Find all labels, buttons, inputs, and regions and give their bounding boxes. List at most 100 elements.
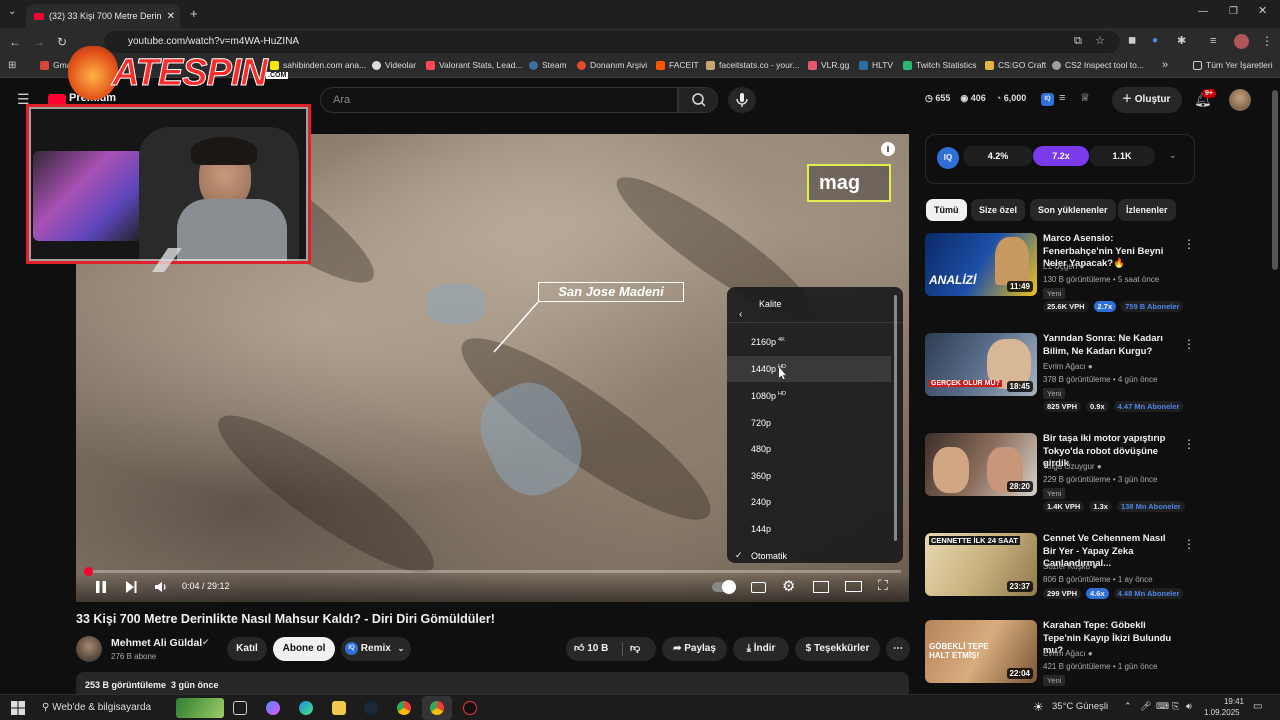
tray-overflow-icon[interactable]: ⌃ (1124, 701, 1132, 712)
recommended-video[interactable]: ANALİZİ 11:49 Marco Asensio: Fenerbahçe'… (925, 233, 1195, 323)
apps-grid-icon[interactable]: ⊞ (8, 61, 16, 71)
bookmark-hltv[interactable]: HLTV (859, 60, 893, 70)
steam-icon[interactable] (364, 701, 378, 715)
minimize-icon[interactable]: — (1198, 7, 1208, 17)
clock-time[interactable]: 19:41 (1210, 697, 1244, 706)
bookmark-steam[interactable]: Steam (529, 60, 567, 70)
channel-name[interactable]: L1 Üçgen ● (1043, 262, 1084, 271)
video-thumbnail[interactable]: CENNETTE İLK 24 SAAT 23:37 (925, 533, 1037, 596)
chip-all[interactable]: Tümü (926, 199, 967, 221)
notification-center-icon[interactable]: ▭ (1253, 701, 1262, 712)
profile-avatar[interactable] (1234, 34, 1249, 49)
volume-icon[interactable] (154, 580, 168, 594)
account-avatar[interactable] (1229, 89, 1251, 111)
channel-name[interactable]: Evrim Ağacı ● (1043, 649, 1093, 658)
subtitles-icon[interactable] (751, 582, 766, 593)
bookmark-videolar[interactable]: Videolar (372, 60, 416, 70)
reload-icon[interactable]: ↻ (57, 36, 67, 48)
miniplayer-icon[interactable] (813, 581, 829, 593)
expand-chevron-icon[interactable]: ⌄ (1169, 150, 1177, 161)
forward-icon[interactable]: → (33, 36, 45, 48)
bookmark-valorant[interactable]: Valorant Stats, Lead... (426, 60, 522, 70)
weather-text[interactable]: 35°C Güneşli (1052, 701, 1108, 712)
more-vertical-icon[interactable]: ⋮ (1183, 537, 1195, 551)
recommended-video[interactable]: GERÇEK OLUR MU? 18:45 Yarından Sonra: Ne… (925, 333, 1195, 423)
trophy-icon[interactable]: ♕ (1080, 93, 1090, 104)
new-tab-icon[interactable]: + (190, 7, 198, 20)
more-bookmarks-icon[interactable]: » (1162, 60, 1168, 71)
thanks-button[interactable]: $ Teşekkürler (795, 637, 880, 661)
bookmark-star-icon[interactable]: ☆ (1095, 36, 1105, 47)
video-thumbnail[interactable]: 28:20 (925, 433, 1037, 496)
quality-menu-header[interactable]: ‹ Kalite (727, 287, 903, 323)
theater-mode-icon[interactable] (845, 581, 862, 592)
extensions-puzzle-icon[interactable]: ✱ (1177, 36, 1186, 47)
video-title[interactable]: Yarından Sonra: Ne Kadarı Bilim, Ne Kada… (1043, 333, 1175, 358)
obs-icon[interactable] (463, 701, 477, 715)
bookmark-faceitstats[interactable]: faceitstats.co - your... (706, 60, 799, 70)
dislike-button[interactable]: 👎︎ (630, 637, 640, 661)
menu-scrollbar[interactable] (894, 295, 897, 541)
search-input[interactable]: Ara (320, 87, 678, 113)
recommended-video[interactable]: CENNETTE İLK 24 SAAT 23:37 Cennet Ve Ceh… (925, 533, 1195, 623)
join-button[interactable]: Katıl (227, 637, 267, 661)
subscribe-button[interactable]: Abone ol (273, 637, 335, 661)
back-chevron-icon[interactable]: ‹ (739, 298, 742, 332)
quality-option-144p[interactable]: 144p (751, 524, 771, 534)
bookmark-csgo-craft[interactable]: CS:GO Craft (985, 60, 1046, 70)
volume-tray-icon[interactable]: 🔊︎ (1186, 701, 1192, 712)
windows-start-icon[interactable] (11, 701, 25, 715)
channel-avatar[interactable] (76, 636, 102, 662)
vidiq-logo-icon[interactable]: IQ (937, 147, 959, 169)
extension-icon[interactable]: ◼ (1128, 36, 1136, 46)
network-icon[interactable]: ⎘ (1172, 701, 1179, 712)
channel-name[interactable]: Sözler Köşkü ● (1043, 562, 1097, 571)
voice-search-button[interactable] (728, 87, 756, 113)
copilot-icon[interactable] (266, 701, 280, 715)
channel-name[interactable]: Evrim Ağacı ● (1043, 362, 1093, 371)
next-icon[interactable] (124, 580, 138, 594)
autoplay-toggle[interactable] (712, 580, 736, 594)
bookmark-faceit[interactable]: FACEIT (656, 60, 699, 70)
more-vertical-icon[interactable]: ⋮ (1183, 437, 1195, 451)
tray-app-icon[interactable]: ⌨ (1156, 701, 1169, 712)
recommended-video[interactable]: 28:20 Bir taşa iki motor yapıştırıp Toky… (925, 433, 1195, 523)
channel-name[interactable]: Tolga Özuygur ● (1043, 462, 1102, 471)
clock-date[interactable]: 1.09.2025 (1204, 708, 1240, 717)
more-vertical-icon[interactable]: ⋮ (1183, 237, 1195, 251)
task-view-icon[interactable] (233, 701, 247, 715)
more-vertical-icon[interactable]: ⋮ (1183, 337, 1195, 351)
tab-close-icon[interactable]: ✕ (167, 11, 175, 22)
mic-tray-icon[interactable]: 🎤︎ (1140, 701, 1151, 712)
search-button[interactable] (678, 87, 718, 113)
video-thumbnail[interactable]: GÖBEKLİ TEPE HALT ETMİŞ! 22:04 (925, 620, 1037, 683)
chrome-active-icon[interactable] (430, 701, 444, 715)
chip-watched[interactable]: İzlenenler (1118, 199, 1176, 221)
browser-menu-icon[interactable]: ⋮ (1261, 35, 1273, 47)
download-button[interactable]: ⤓ İndir (733, 637, 789, 661)
window-close-icon[interactable]: ✕ (1258, 6, 1267, 17)
list-icon[interactable]: ≡ (1059, 93, 1065, 104)
quality-option-240p[interactable]: 240p (751, 497, 771, 507)
tab-list-icon[interactable]: ⌄ (8, 7, 16, 17)
active-tab[interactable]: (32) 33 Kişi 700 Metre Derin ✕ (26, 4, 180, 28)
settings-gear-icon[interactable]: ⚙ (782, 579, 795, 594)
bookmark-cs2-inspect[interactable]: CS2 Inspect tool to... (1052, 60, 1144, 70)
quality-option-2160p[interactable]: 2160p 4K (751, 337, 785, 347)
quality-option-1080p[interactable]: 1080p HD (751, 391, 786, 401)
install-app-icon[interactable]: ⧉ (1074, 36, 1082, 47)
create-button[interactable]: ＋ Oluştur (1112, 87, 1182, 113)
recommended-video[interactable]: GÖBEKLİ TEPE HALT ETMİŞ! 22:04 Karahan T… (925, 620, 1180, 694)
bookmark-donanim[interactable]: Donanım Arşivi (577, 60, 647, 70)
quality-option-480p[interactable]: 480p (751, 444, 771, 454)
chip-recent[interactable]: Son yüklenenler (1030, 199, 1116, 221)
back-icon[interactable]: ← (9, 36, 21, 48)
video-thumbnail[interactable]: GERÇEK OLUR MU? 18:45 (925, 333, 1037, 396)
share-button[interactable]: ➦ Paylaş (662, 637, 727, 661)
restore-icon[interactable]: ❐ (1229, 7, 1238, 17)
video-thumbnail[interactable]: ANALİZİ 11:49 (925, 233, 1037, 296)
quality-option-360p[interactable]: 360p (751, 471, 771, 481)
chip-for-you[interactable]: Size özel (971, 199, 1026, 221)
quality-option-auto[interactable]: Otomatik (751, 551, 787, 561)
reading-list-icon[interactable]: ≡ (1210, 36, 1216, 47)
